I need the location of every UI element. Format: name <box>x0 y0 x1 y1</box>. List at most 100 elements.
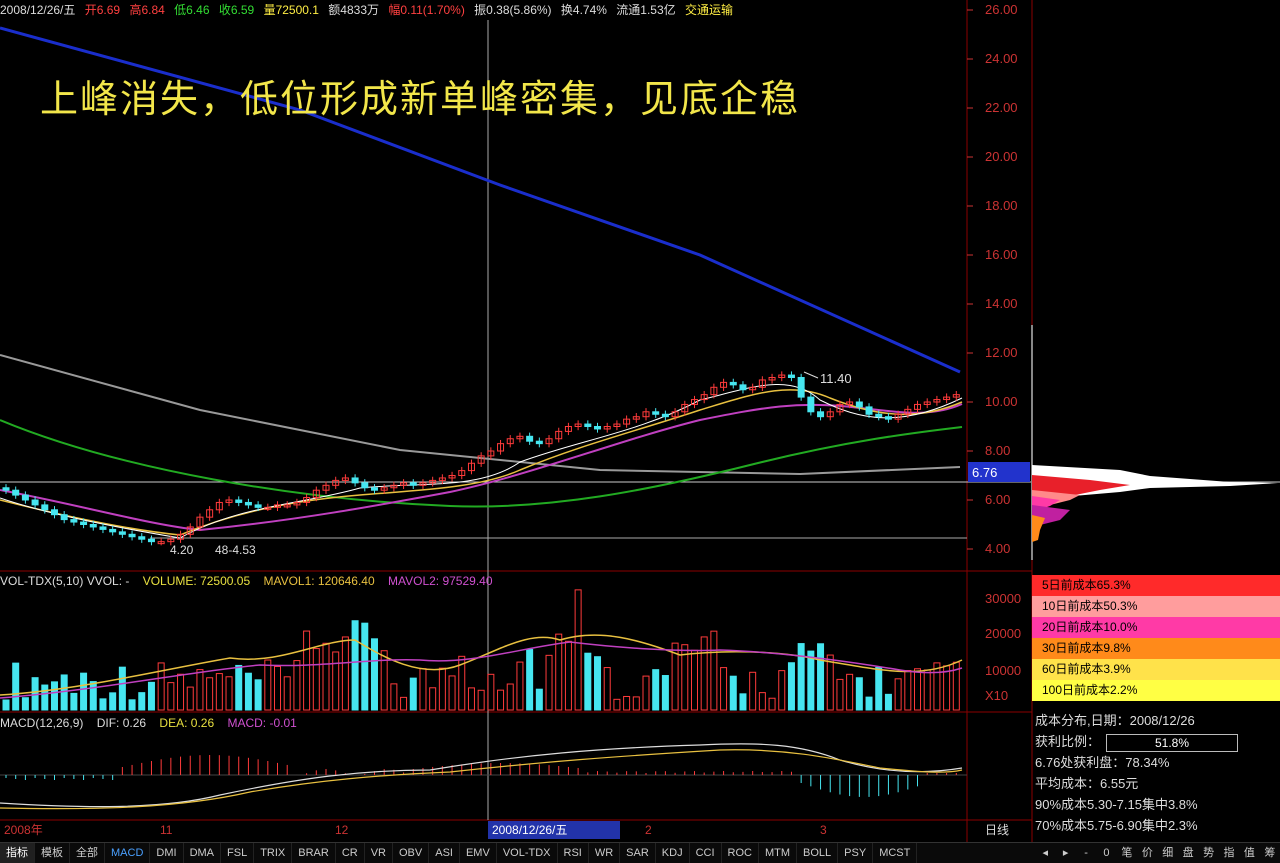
volume-bar-down <box>594 656 602 711</box>
price-tick-label: 16.00 <box>985 247 1018 262</box>
candle-down <box>109 528 117 533</box>
volume-bar-up <box>177 673 185 711</box>
volume-bar-up <box>429 687 437 711</box>
tool-tab-0[interactable]: ◂ <box>1035 843 1055 863</box>
volume-bar-up <box>206 677 214 711</box>
tool-tab-3[interactable]: 0 <box>1096 843 1116 863</box>
indicator-tab-macd[interactable]: MACD <box>105 843 151 863</box>
volume-bar-down <box>138 692 146 711</box>
candle-down <box>409 482 417 486</box>
volume-axis: 30000 20000 10000 X10 <box>985 591 1021 703</box>
indicator-tab-kdj[interactable]: KDJ <box>656 843 690 863</box>
indicator-tab-mcst[interactable]: MCST <box>873 843 918 863</box>
candlesticks <box>2 371 960 546</box>
indicator-tab-vr[interactable]: VR <box>365 843 393 863</box>
tool-tab-2[interactable]: - <box>1076 843 1096 863</box>
volume-indicator-name[interactable]: VOL-TDX(5,10) VVOL: - <box>0 574 129 588</box>
volume-bar-up <box>196 669 204 711</box>
volume-bar-up <box>293 660 301 711</box>
volume-bar-up <box>826 654 834 711</box>
candle-down <box>118 531 126 535</box>
candle-down <box>584 423 592 427</box>
candle-down <box>80 521 88 525</box>
indicator-tab-brar[interactable]: BRAR <box>292 843 336 863</box>
volume-bar-down <box>50 681 58 711</box>
indicator-tab-vol-tdx[interactable]: VOL-TDX <box>497 843 558 863</box>
tool-tab-6[interactable]: 细 <box>1158 843 1178 863</box>
cost-row-20d[interactable]: 20日前成本10.0% <box>1032 617 1280 638</box>
cost-70-range: 70%成本5.75-6.90集中2.3% <box>1035 818 1198 833</box>
tool-tab-10[interactable]: 值 <box>1239 843 1259 863</box>
price-tick-label: 22.00 <box>985 100 1018 115</box>
volume-bar-down <box>865 696 873 711</box>
indicator-tab-emv[interactable]: EMV <box>460 843 497 863</box>
indicator-tab--[interactable]: 模板 <box>35 843 70 863</box>
profit-ratio-value: 51.8% <box>1155 735 1190 750</box>
volume-indicator-label: VOL-TDX(5,10) VVOL: - VOLUME: 72500.05 M… <box>0 573 503 589</box>
volume-bar-down <box>70 692 78 711</box>
indicator-tab-dmi[interactable]: DMI <box>150 843 184 863</box>
indicator-tab-boll[interactable]: BOLL <box>797 843 839 863</box>
indicator-tab-sar[interactable]: SAR <box>620 843 656 863</box>
candle-down <box>594 426 602 430</box>
volume-bar-up <box>923 669 931 711</box>
indicator-tab-asi[interactable]: ASI <box>429 843 460 863</box>
tool-tab-1[interactable]: ▸ <box>1055 843 1075 863</box>
dea-line <box>0 749 963 810</box>
mavol1-value: MAVOL1: 120646.40 <box>263 574 375 588</box>
date-axis-year: 2008年 <box>4 823 43 837</box>
date-axis-dec: 12 <box>335 823 349 837</box>
cost-row-100d[interactable]: 100日前成本2.2% <box>1032 680 1280 701</box>
indicator-tab-roc[interactable]: ROC <box>722 843 759 863</box>
indicator-tab-bar: 指标 模板 全部 MACD DMI DMA FSL TRIX BRAR CR VR OBV ASI EMV… <box>0 842 1035 863</box>
volume-bar-up <box>768 697 776 711</box>
volume-bar-up <box>555 633 563 711</box>
tool-tab-11[interactable]: 筹 <box>1260 843 1280 863</box>
candle-down <box>244 501 252 506</box>
volume-bar-down <box>739 693 747 711</box>
tool-tab-5[interactable]: 价 <box>1137 843 1157 863</box>
indicator-tab-cr[interactable]: CR <box>336 843 365 863</box>
indicator-tab--[interactable]: 指标 <box>0 843 35 863</box>
indicator-tab-obv[interactable]: OBV <box>393 843 430 863</box>
indicator-tab--[interactable]: 全部 <box>70 843 105 863</box>
price-tick-label: 6.00 <box>985 492 1010 507</box>
volume-bar-up <box>836 678 844 711</box>
cost-row-30d[interactable]: 30日前成本9.8% <box>1032 638 1280 659</box>
volume-bar-up <box>545 654 553 711</box>
cost-row-10d[interactable]: 10日前成本50.3% <box>1032 596 1280 617</box>
macd-indicator-name[interactable]: MACD(12,26,9) <box>0 716 83 730</box>
volume-bar-up <box>632 696 640 711</box>
cost-90-range: 90%成本5.30-7.15集中3.8% <box>1035 797 1198 812</box>
cost-row-60d[interactable]: 60日前成本3.9% <box>1032 659 1280 680</box>
high-marker-pointer <box>803 371 819 379</box>
indicator-tab-rsi[interactable]: RSI <box>558 843 589 863</box>
average-cost: 平均成本：6.55元 <box>1035 776 1139 791</box>
profit-ratio-row: 获利比例： 51.8% <box>1035 731 1280 752</box>
indicator-tab-dma[interactable]: DMA <box>184 843 222 863</box>
volume-bar-up <box>312 648 320 711</box>
tool-tab-8[interactable]: 势 <box>1198 843 1218 863</box>
cost-row-5d[interactable]: 5日前成本65.3% <box>1032 575 1280 596</box>
volume-bar-up <box>274 665 282 711</box>
candle-down <box>50 509 58 516</box>
tool-tab-4[interactable]: 笔 <box>1117 843 1137 863</box>
indicator-tab-mtm[interactable]: MTM <box>759 843 798 863</box>
volume-bar-down <box>109 692 117 711</box>
volume-bar-down <box>99 698 107 711</box>
indicator-tab-wr[interactable]: WR <box>589 843 621 863</box>
period-label[interactable]: 日线 <box>985 823 1009 837</box>
volume-bar-down <box>652 669 660 711</box>
candle-down <box>70 519 78 523</box>
tool-tab-7[interactable]: 盘 <box>1178 843 1198 863</box>
indicator-tab-fsl[interactable]: FSL <box>221 843 255 863</box>
volume-bar-up <box>341 636 349 711</box>
indicator-tab-trix[interactable]: TRIX <box>254 843 293 863</box>
volume-bar-down <box>807 650 815 711</box>
volume-bar-down <box>875 666 883 711</box>
tool-tab-9[interactable]: 指 <box>1219 843 1239 863</box>
candle-down <box>652 411 660 415</box>
candle-down <box>31 499 39 506</box>
indicator-tab-psy[interactable]: PSY <box>838 843 874 863</box>
indicator-tab-cci[interactable]: CCI <box>690 843 722 863</box>
